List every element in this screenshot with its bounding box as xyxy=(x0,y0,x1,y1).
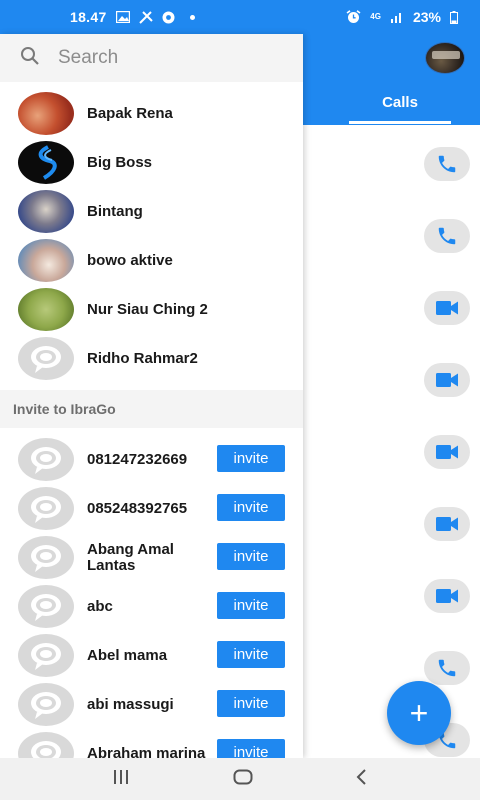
default-avatar-icon xyxy=(18,536,74,579)
invite-list-item[interactable]: Abraham marina invite xyxy=(0,729,303,758)
invite-contact-name: abi massugi xyxy=(87,695,174,713)
phone-icon xyxy=(436,153,458,175)
invite-list-item[interactable]: 085248392765 invite xyxy=(0,484,303,533)
contact-name: Nur Siau Ching 2 xyxy=(87,301,208,318)
status-right: 4G 23% xyxy=(346,9,458,25)
invite-contact-name: abc xyxy=(87,597,113,615)
contact-avatar xyxy=(18,190,74,233)
tab-calls[interactable]: Calls xyxy=(349,94,451,111)
back-button[interactable] xyxy=(356,768,368,791)
video-call-button[interactable] xyxy=(424,507,470,541)
video-icon xyxy=(435,371,459,389)
invite-button[interactable]: invite xyxy=(217,543,285,570)
phone-icon xyxy=(436,225,458,247)
more-notifications-icon xyxy=(189,14,195,20)
profile-avatar[interactable] xyxy=(425,42,465,74)
invite-list-item[interactable]: 081247232669 invite xyxy=(0,435,303,484)
invite-contact-name: Abel mama xyxy=(87,646,168,664)
video-call-button[interactable] xyxy=(424,435,470,469)
invite-list-item[interactable]: Abel mama invite xyxy=(0,631,303,680)
invite-list-item[interactable]: Abang Amal Lantas invite xyxy=(0,533,303,582)
contact-avatar xyxy=(18,92,74,135)
default-avatar-icon xyxy=(18,683,74,726)
invite-contact-name: Abang Amal Lantas xyxy=(87,540,174,574)
invite-button[interactable]: invite xyxy=(217,690,285,717)
invite-contact-name: 081247232669 xyxy=(87,450,188,468)
contact-name: Bapak Rena xyxy=(87,105,173,122)
invite-button[interactable]: invite xyxy=(217,592,285,619)
contact-name: Big Boss xyxy=(87,154,153,171)
contact-item[interactable]: Bintang xyxy=(0,187,303,236)
network-type: 4G xyxy=(370,12,381,21)
contact-name: bowo aktive xyxy=(87,252,173,269)
tools-notification-icon xyxy=(138,10,153,24)
default-avatar-icon xyxy=(18,732,74,758)
tab-indicator xyxy=(349,121,451,124)
video-call-button[interactable] xyxy=(424,291,470,325)
video-icon xyxy=(435,299,459,317)
contact-name: Bintang xyxy=(87,203,143,220)
contact-item[interactable]: Big Boss xyxy=(0,138,303,187)
battery-icon xyxy=(450,10,458,24)
contact-item[interactable]: Ridho Rahmar2 xyxy=(0,334,303,383)
invite-button[interactable]: invite xyxy=(217,494,285,521)
video-icon xyxy=(435,515,459,533)
phone-icon xyxy=(436,657,458,679)
recents-button[interactable] xyxy=(112,768,130,791)
default-avatar-icon xyxy=(18,438,74,481)
video-call-button[interactable] xyxy=(424,579,470,613)
video-icon xyxy=(435,587,459,605)
contact-avatar xyxy=(18,239,74,282)
contact-item[interactable]: Bapak Rena xyxy=(0,89,303,138)
invite-contact-name: 085248392765 xyxy=(87,499,188,517)
status-left: 18.47 xyxy=(70,9,195,25)
video-call-button[interactable] xyxy=(424,363,470,397)
contact-avatar xyxy=(18,141,74,184)
invite-section-header: Invite to IbraGo xyxy=(0,390,303,428)
alarm-icon xyxy=(346,10,361,24)
default-avatar-icon xyxy=(18,487,74,530)
battery-percent: 23% xyxy=(412,9,441,25)
chrome-notification-icon xyxy=(162,11,175,24)
contact-name: Ridho Rahmar2 xyxy=(87,350,198,367)
contact-item[interactable]: Nur Siau Ching 2 xyxy=(0,285,303,334)
invite-button[interactable]: invite xyxy=(217,445,285,472)
contacts-drawer: Search Bapak Rena Big Boss Bintang bowo … xyxy=(0,34,303,758)
voice-call-button[interactable] xyxy=(424,219,470,253)
home-button[interactable] xyxy=(233,768,253,791)
system-nav-bar xyxy=(0,758,480,800)
new-call-fab-button[interactable]: + xyxy=(387,681,451,745)
video-icon xyxy=(435,443,459,461)
voice-call-button[interactable] xyxy=(424,147,470,181)
contact-avatar xyxy=(18,288,74,331)
contact-item[interactable]: bowo aktive xyxy=(0,236,303,285)
search-icon xyxy=(20,46,40,71)
status-bar: 18.47 4G 23% xyxy=(0,0,480,34)
invite-button[interactable]: invite xyxy=(217,641,285,668)
status-time: 18.47 xyxy=(70,9,107,25)
voice-call-button[interactable] xyxy=(424,651,470,685)
invite-list-item[interactable]: abi massugi invite xyxy=(0,680,303,729)
search-bar[interactable]: Search xyxy=(0,34,303,82)
signal-icon xyxy=(390,11,404,23)
invite-contact-name: Abraham marina xyxy=(87,744,206,758)
invite-button[interactable]: invite xyxy=(217,739,285,758)
default-avatar-icon xyxy=(18,634,74,677)
default-avatar-icon xyxy=(18,585,74,628)
invite-list-item[interactable]: abc invite xyxy=(0,582,303,631)
gallery-notification-icon xyxy=(115,11,130,23)
invite-list: 081247232669 invite 085248392765 invite Aban… xyxy=(0,435,303,758)
search-input[interactable]: Search xyxy=(58,47,118,69)
default-avatar-icon xyxy=(18,337,74,380)
